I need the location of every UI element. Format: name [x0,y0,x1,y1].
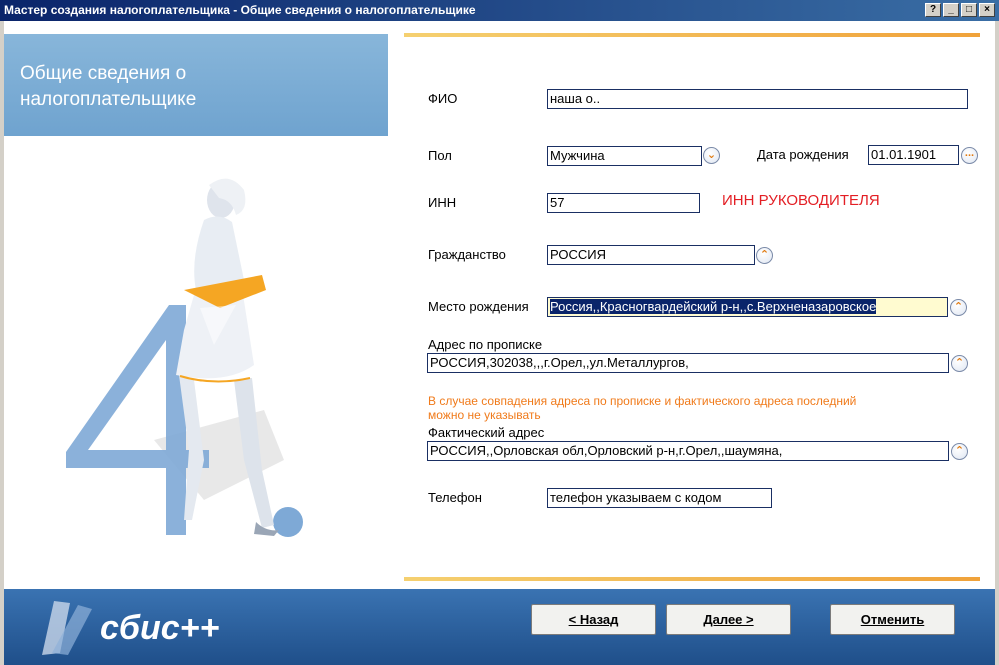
window-frame-right [995,21,999,665]
gender-label: Пол [428,148,452,163]
citizenship-label: Гражданство [428,247,506,262]
window-title: Мастер создания налогоплательщика - Общи… [4,3,476,17]
maximize-button[interactable]: □ [961,3,977,17]
accent-line-top [404,33,980,37]
birth-place-input[interactable]: Россия,,Красногвардейский р-н,,с.Верхнен… [547,297,948,317]
fio-input[interactable]: наша о.. [547,89,968,109]
logo-text: сбис++ [100,609,219,647]
window-controls: ? _ □ × [925,3,995,17]
fio-label: ФИО [428,91,458,106]
title-bar: Мастер создания налогоплательщика - Общи… [0,0,999,21]
inn-input[interactable]: 57 [547,193,700,213]
citizenship-input[interactable]: РОССИЯ [547,245,755,265]
actual-address-label: Фактический адрес [428,425,545,440]
minimize-button[interactable]: _ [943,3,959,17]
birth-date-input[interactable]: 01.01.1901 [868,145,959,165]
reg-address-label: Адрес по прописке [428,337,543,352]
gender-dropdown-chevron-icon[interactable]: ⌄ [703,147,720,164]
birth-place-chevron-up-icon[interactable]: ⌃ [950,299,967,316]
birth-date-picker-button[interactable]: ... [961,147,978,164]
close-button[interactable]: × [979,3,995,17]
birth-place-label: Место рождения [428,299,529,314]
footer-bar: сбис++ < Назад Далее > Отменить [4,589,995,665]
gender-select[interactable]: Мужчина [547,146,702,166]
cancel-button[interactable]: Отменить [830,604,955,635]
citizenship-chevron-up-icon[interactable]: ⌃ [756,247,773,264]
back-button[interactable]: < Назад [531,604,656,635]
phone-input[interactable]: телефон указываем с кодом [547,488,772,508]
wizard-illustration [66,178,303,537]
accent-line-bottom [404,577,980,581]
actual-address-input[interactable]: РОССИЯ,,Орловская обл,Орловский р-н,г.Ор… [427,441,949,461]
birth-place-selected-text: Россия,,Красногвардейский р-н,,с.Верхнен… [550,299,877,314]
address-note: В случае совпадения адреса по прописке и… [428,394,857,422]
phone-label: Телефон [428,490,482,505]
help-button[interactable]: ? [925,3,941,17]
reg-address-input[interactable]: РОССИЯ,302038,,,г.Орел,,ул.Металлургов, [427,353,949,373]
next-button[interactable]: Далее > [666,604,791,635]
sbis-logo: сбис++ [42,601,219,655]
actual-address-chevron-up-icon[interactable]: ⌃ [951,443,968,460]
birth-date-label: Дата рождения [757,147,849,162]
inn-label: ИНН [428,195,457,210]
header-panel: Общие сведения о налогоплательщике [4,34,388,136]
inn-note: ИНН РУКОВОДИТЕЛЯ [722,192,880,209]
page-title: Общие сведения о налогоплательщике [20,63,197,110]
reg-address-chevron-up-icon[interactable]: ⌃ [951,355,968,372]
